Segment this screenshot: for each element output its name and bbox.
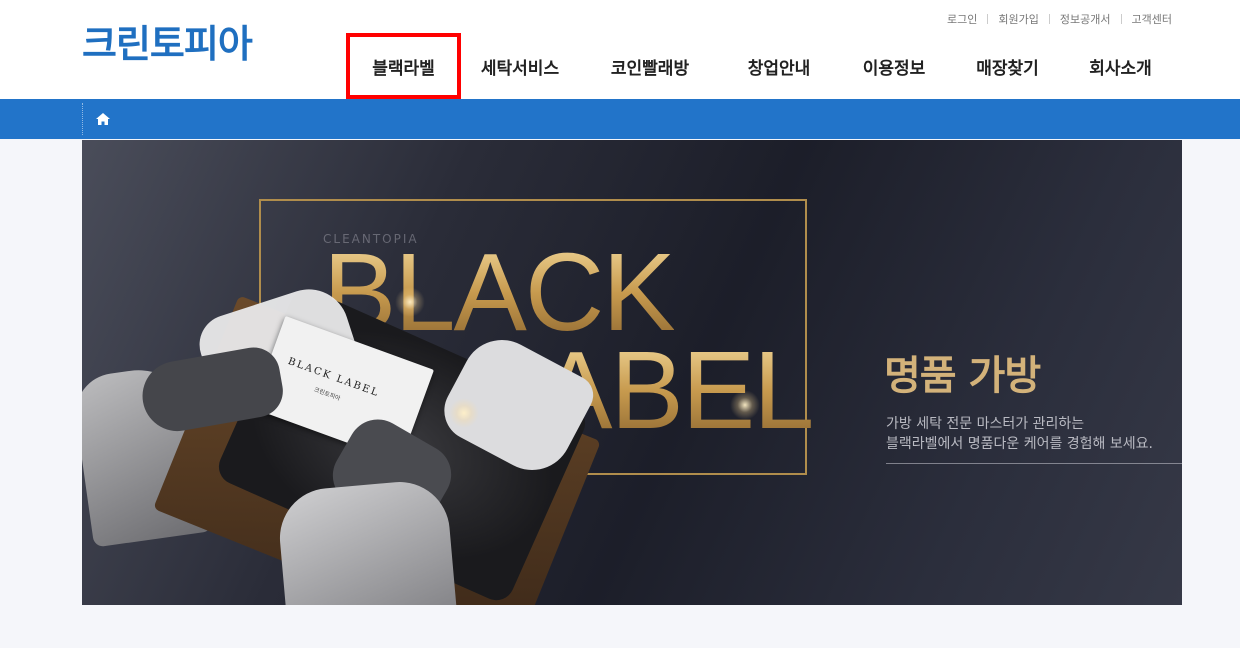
banner-description-line: 가방 세탁 전문 마스터가 관리하는: [886, 416, 1085, 432]
hero-banner[interactable]: CLEANTOPIA BLACK LABEL BLACK LABEL 크린토피아…: [82, 140, 1182, 605]
nav-item-usage-info[interactable]: 이용정보: [837, 33, 951, 99]
banner-title: 명품 가방: [884, 353, 1041, 399]
banner-image-sleeve: [275, 477, 459, 605]
login-link[interactable]: 로그인: [947, 11, 977, 27]
nav-item-store-finder[interactable]: 매장찾기: [951, 33, 1064, 99]
site-logo[interactable]: 크린토피아: [82, 22, 253, 66]
nav-item-about[interactable]: 회사소개: [1064, 33, 1177, 99]
sparkle-icon: [730, 390, 760, 420]
sparkle-icon: [395, 287, 425, 317]
banner-description-line: 블랙라벨에서 명품다운 케어를 경험해 보세요.: [886, 436, 1153, 452]
divider: [82, 103, 83, 135]
divider: [1048, 14, 1050, 24]
logo-text: 크린토피아: [82, 22, 253, 66]
sub-navigation-bar: [0, 99, 1240, 139]
divider: [987, 14, 989, 24]
nav-item-black-label[interactable]: 블랙라벨: [346, 33, 461, 99]
divider: [1120, 14, 1122, 24]
disclosure-link[interactable]: 정보공개서: [1060, 11, 1111, 27]
site-header: 크린토피아 로그인 회원가입 정보공개서 고객센터 블랙라벨 세탁서비스 코인빨…: [0, 0, 1240, 99]
main-nav: 블랙라벨 세탁서비스 코인빨래방 창업안내 이용정보 매장찾기 회사소개: [346, 33, 1177, 99]
nav-item-coin-laundry[interactable]: 코인빨래방: [579, 33, 721, 99]
signup-link[interactable]: 회원가입: [998, 11, 1038, 27]
card-subtitle: 크린토피아: [312, 386, 342, 403]
customer-center-link[interactable]: 고객센터: [1132, 11, 1172, 27]
utility-nav: 로그인 회원가입 정보공개서 고객센터: [947, 11, 1172, 27]
nav-item-startup-guide[interactable]: 창업안내: [721, 33, 837, 99]
divider: [886, 463, 1182, 464]
nav-item-laundry-service[interactable]: 세탁서비스: [461, 33, 579, 99]
sparkle-icon: [449, 398, 479, 428]
home-icon: [96, 113, 110, 125]
banner-description: 가방 세탁 전문 마스터가 관리하는 블랙라벨에서 명품다운 케어를 경험해 보…: [886, 414, 1153, 454]
